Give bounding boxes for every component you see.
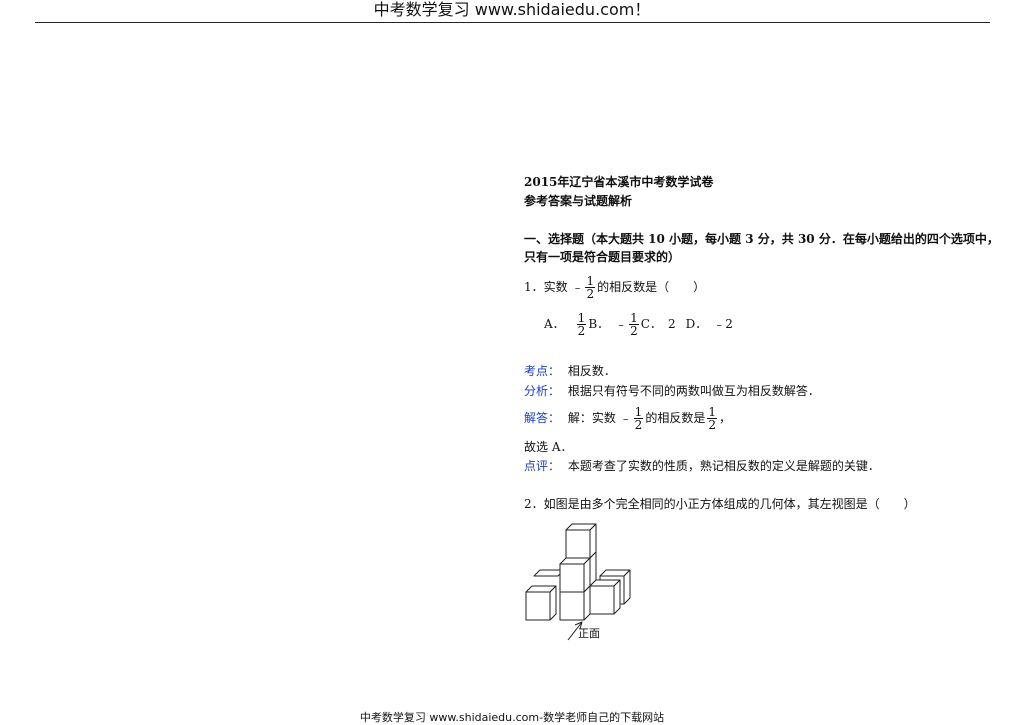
header-divider [35,22,990,23]
option-c-label: C． 2 [640,317,676,331]
dianping-row: 点评： 本题考查了实数的性质，熟记相反数的定义是解题的关键． [524,459,880,474]
option-a-label: A． [544,317,565,331]
figure-front-label: 正面 [578,627,600,640]
cube-side-face [549,585,557,621]
dianping-text: 本题考查了实数的性质，熟记相反数的定义是解题的关键． [567,459,880,473]
cube-front-face [559,591,585,621]
question-1-prefix: 1．实数 ﹣ [524,280,584,294]
fenxi-label: 分析： [524,384,561,398]
jieda-end: ， [718,411,731,425]
fenxi-row: 分析： 根据只有符号不同的两数叫做互为相反数解答． [524,384,820,399]
question-1-stem: 1．实数 ﹣ 1 2 的相反数是（ ） [524,272,705,302]
jieda-row: 解答： 解：实数 ﹣ 1 2 的相反数是 1 2， [524,403,731,433]
jieda-prefix: 解：实数 ﹣ [567,411,632,425]
answer-choice: 故选 A． [524,440,573,454]
option-b-label: B． ﹣ [588,317,628,331]
document-title: 2015年辽宁省本溪市中考数学试卷 [524,175,714,189]
option-b-fraction: 12 [629,311,639,338]
kaodian-label: 考点： [524,364,561,378]
footer-text: 中考数学复习 www.shidaiedu.com-数学老师自己的下载网站 [359,711,665,724]
cube-front-face [565,529,591,559]
cube-front-face [525,591,551,621]
section-heading-line2: 只有一项是符合题目要求的） [524,250,681,264]
option-a-fraction: 12 [576,311,587,338]
header-title: 中考数学复习 www.shidaiedu.com！ [373,0,651,19]
document-subtitle: 参考答案与试题解析 [524,194,633,208]
cube-side-face [613,579,621,615]
jieda-fraction-2: 12 [707,405,717,432]
kaodian-row: 考点： 相反数． [524,364,616,379]
cube-figure: 正面 [522,518,634,648]
kaodian-text: 相反数． [567,364,616,378]
dianping-label: 点评： [524,459,561,473]
option-d-label: D． ﹣2 [685,317,733,331]
cube-front-face [589,585,615,615]
cube-side-face [583,585,591,621]
jieda-fraction-1: 12 [633,405,644,432]
section-heading-line1: 一、选择题（本大题共 10 小题，每小题 3 分，共 30 分．在每小题给出的四… [524,232,999,246]
jieda-mid: 的相反数是 [645,411,706,425]
cube-side-face [623,569,631,605]
question-2-stem: 2．如图是由多个完全相同的小正方体组成的几何体，其左视图是（ ） [524,497,916,511]
fraction: 12 [585,274,596,301]
question-1-suffix: 的相反数是（ ） [597,280,706,294]
question-1-options: A． 1 2 B． ﹣ 1 2 C． 2 D． ﹣2 [544,309,733,339]
jieda-label: 解答： [524,411,561,425]
fenxi-text: 根据只有符号不同的两数叫做互为相反数解答． [567,384,820,398]
cube-front-face [559,563,585,593]
